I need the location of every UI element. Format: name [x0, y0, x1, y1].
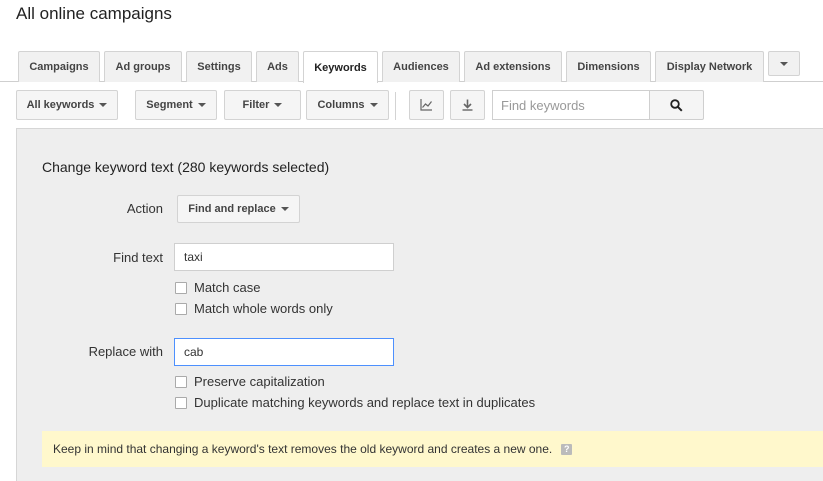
- search-button[interactable]: [649, 90, 704, 120]
- tab-display-network[interactable]: Display Network: [655, 51, 764, 82]
- match-whole-words-checkbox[interactable]: [175, 302, 187, 315]
- chevron-down-icon: [369, 103, 378, 107]
- columns-dropdown[interactable]: Columns: [306, 90, 389, 120]
- duplicate-keywords-option[interactable]: Duplicate matching keywords and replace …: [175, 395, 535, 410]
- tab-dimensions[interactable]: Dimensions: [566, 51, 651, 82]
- match-case-option[interactable]: Match case: [175, 280, 260, 295]
- match-whole-words-option[interactable]: Match whole words only: [175, 301, 333, 316]
- chart-button[interactable]: [409, 90, 444, 120]
- chevron-down-icon: [274, 103, 283, 107]
- segment-dropdown[interactable]: Segment: [135, 90, 217, 120]
- page-title: All online campaigns: [16, 4, 172, 23]
- action-label: Action: [126, 201, 163, 216]
- chevron-down-icon: [99, 103, 108, 107]
- panel-title: Change keyword text (280 keywords select…: [42, 159, 330, 175]
- match-case-label: Match case: [194, 280, 261, 295]
- preserve-capitalization-checkbox[interactable]: [175, 375, 187, 388]
- all-keywords-label: All keywords: [26, 99, 95, 111]
- tab-audiences[interactable]: Audiences: [382, 51, 460, 82]
- match-case-checkbox[interactable]: [175, 281, 187, 294]
- segment-label: Segment: [146, 99, 193, 111]
- keyword-change-notice: Keep in mind that changing a keyword's t…: [42, 431, 823, 467]
- tab-ad-groups[interactable]: Ad groups: [104, 51, 182, 82]
- chevron-down-icon: [780, 61, 788, 66]
- duplicate-keywords-checkbox[interactable]: [175, 396, 187, 409]
- tab-keywords[interactable]: Keywords: [303, 51, 378, 83]
- search-icon: [670, 98, 683, 112]
- tab-settings[interactable]: Settings: [186, 51, 252, 82]
- preserve-capitalization-label: Preserve capitalization: [194, 374, 325, 389]
- replace-with-label: Replace with: [88, 344, 163, 359]
- columns-label: Columns: [317, 99, 365, 111]
- match-whole-words-label: Match whole words only: [194, 301, 333, 316]
- preserve-capitalization-option[interactable]: Preserve capitalization: [175, 374, 325, 389]
- filter-dropdown[interactable]: Filter: [224, 90, 301, 120]
- toolbar: All keywords Segment Filter Columns: [0, 90, 823, 121]
- more-tabs-button[interactable]: [768, 51, 800, 76]
- notice-text: Keep in mind that changing a keyword's t…: [53, 442, 553, 456]
- line-chart-icon: [420, 99, 432, 111]
- replace-with-input[interactable]: [174, 338, 394, 366]
- chevron-down-icon: [280, 207, 289, 211]
- download-button[interactable]: [450, 90, 485, 120]
- action-dropdown[interactable]: Find and replace: [177, 195, 300, 223]
- action-value: Find and replace: [188, 203, 276, 215]
- find-text-label: Find text: [113, 250, 163, 265]
- toolbar-divider: [395, 92, 396, 120]
- tab-bar: Campaigns Ad groups Settings Ads Keyword…: [0, 51, 823, 83]
- filter-label: Filter: [242, 99, 270, 111]
- tab-campaigns[interactable]: Campaigns: [18, 51, 100, 82]
- tab-ad-extensions[interactable]: Ad extensions: [464, 51, 562, 82]
- tab-ads[interactable]: Ads: [256, 51, 299, 82]
- duplicate-keywords-label: Duplicate matching keywords and replace …: [194, 395, 536, 410]
- change-keyword-text-panel: Change keyword text (280 keywords select…: [16, 128, 823, 481]
- search-input[interactable]: [492, 90, 649, 120]
- download-icon: [462, 99, 473, 111]
- all-keywords-dropdown[interactable]: All keywords: [16, 90, 118, 120]
- help-icon[interactable]: ?: [561, 443, 573, 455]
- chevron-down-icon: [197, 103, 206, 107]
- find-text-input[interactable]: [174, 243, 394, 271]
